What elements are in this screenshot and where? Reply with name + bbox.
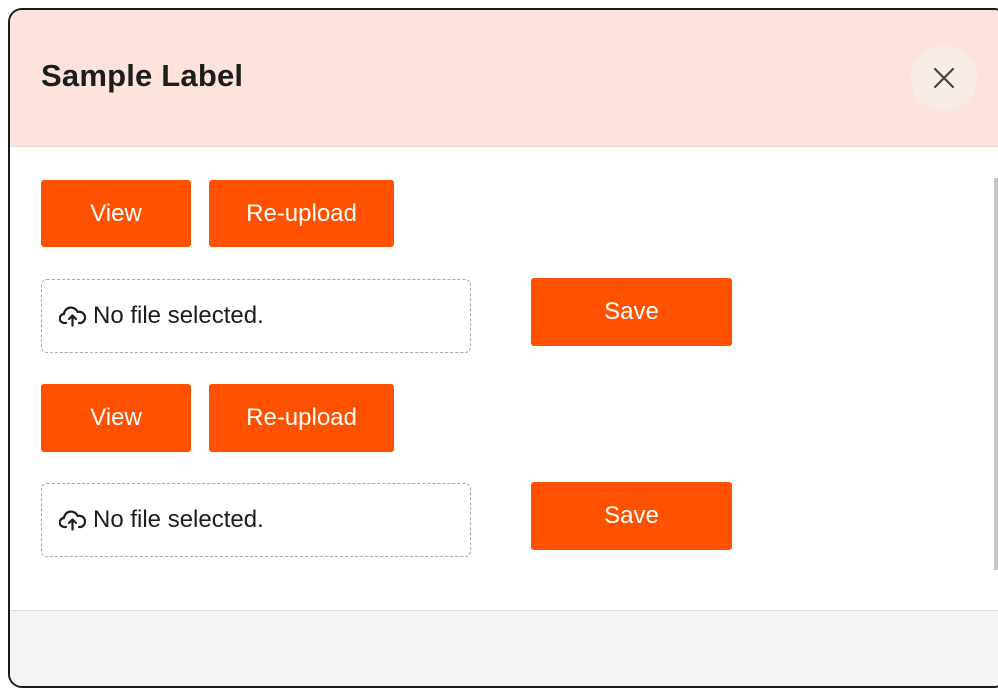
- reupload-button[interactable]: Re-upload: [209, 384, 394, 452]
- file-drop-zone[interactable]: No file selected.: [41, 483, 471, 557]
- save-button[interactable]: Save: [531, 278, 732, 346]
- close-button[interactable]: [911, 45, 977, 111]
- file-drop-zone[interactable]: No file selected.: [41, 279, 471, 353]
- view-button[interactable]: View: [41, 180, 191, 247]
- close-icon: [933, 67, 955, 89]
- scrollbar[interactable]: [994, 178, 998, 570]
- reupload-button[interactable]: Re-upload: [209, 180, 394, 247]
- view-button[interactable]: View: [41, 384, 191, 452]
- cloud-upload-icon: [59, 306, 87, 327]
- modal-title: Sample Label: [41, 58, 244, 93]
- file-status-text: No file selected.: [93, 302, 264, 329]
- save-button[interactable]: Save: [531, 482, 732, 550]
- modal-body: View Re-upload No file selected. Save Vi…: [10, 147, 998, 610]
- modal-footer: [10, 610, 998, 686]
- modal-header: Sample Label: [10, 10, 998, 147]
- cloud-upload-icon: [59, 510, 87, 531]
- modal-dialog: Sample Label View Re-upload No file sele…: [8, 8, 998, 688]
- file-status-text: No file selected.: [93, 506, 264, 533]
